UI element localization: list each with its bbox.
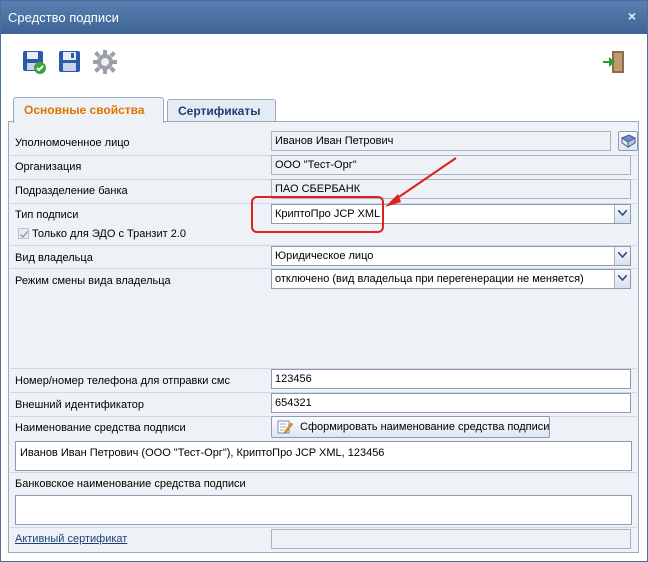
bank-division-value: ПАО СБЕРБАНК (275, 183, 361, 195)
owner-change-mode-label: Режим смены вида владельца (15, 275, 171, 287)
dialog-window: Средство подписи × Основные свойства Сер… (0, 0, 648, 562)
title-bar[interactable]: Средство подписи × (1, 1, 647, 34)
close-icon[interactable]: × (625, 9, 639, 23)
book-icon (620, 134, 637, 148)
owner-change-mode-value: отключено (вид владельца при перегенерац… (275, 273, 584, 285)
external-id-label: Внешний идентификатор (15, 399, 144, 411)
authorized-person-label: Уполномоченное лицо (15, 137, 130, 149)
owner-type-combobox[interactable]: Юридическое лицо (271, 246, 631, 266)
bank-division-label: Подразделение банка (15, 185, 128, 197)
select-person-button[interactable] (618, 131, 638, 151)
authorized-person-field: Иванов Иван Петрович (271, 131, 611, 151)
active-certificate-field (271, 529, 631, 549)
checkmark-icon (19, 230, 29, 239)
divider (10, 527, 637, 528)
save-and-close-icon[interactable] (21, 49, 47, 75)
external-id-input[interactable]: 654321 (271, 393, 631, 413)
external-id-value: 654321 (275, 397, 312, 409)
annotation-arrow-icon (385, 157, 457, 207)
signature-type-label: Тип подписи (15, 209, 79, 221)
edo-transit-checkbox[interactable] (18, 228, 29, 239)
organization-value: ООО "Тест-Орг" (275, 159, 357, 171)
main-properties-panel: Уполномоченное лицо Иванов Иван Петрович… (8, 121, 639, 553)
tab-label: Сертификаты (178, 104, 261, 118)
authorized-person-value: Иванов Иван Петрович (275, 135, 394, 147)
bank-tool-name-label: Банковское наименование средства подписи (15, 478, 246, 490)
tool-name-textarea[interactable]: Иванов Иван Петрович (ООО "Тест-Орг"), К… (15, 441, 632, 471)
sms-phone-input[interactable]: 123456 (271, 369, 631, 389)
generate-tool-name-button[interactable]: Сформировать наименование средства подпи… (271, 416, 550, 438)
active-certificate-link[interactable]: Активный сертификат (15, 533, 127, 545)
owner-type-value: Юридическое лицо (275, 250, 374, 262)
settings-gear-icon[interactable] (92, 49, 118, 75)
generate-button-label: Сформировать наименование средства подпи… (300, 421, 550, 433)
owner-change-mode-combobox[interactable]: отключено (вид владельца при перегенерац… (271, 269, 631, 289)
save-icon[interactable] (57, 49, 83, 75)
tab-main-properties[interactable]: Основные свойства (13, 97, 164, 123)
sms-phone-value: 123456 (275, 373, 312, 385)
chevron-down-icon[interactable] (614, 205, 630, 223)
edit-document-icon (277, 420, 293, 437)
window-title: Средство подписи (8, 10, 119, 25)
chevron-down-icon[interactable] (614, 247, 630, 265)
annotation-highlight-box (251, 196, 384, 233)
bank-tool-name-textarea[interactable] (15, 495, 632, 525)
divider (10, 472, 637, 473)
tool-name-value: Иванов Иван Петрович (ООО "Тест-Орг"), К… (20, 447, 385, 459)
exit-icon[interactable] (601, 49, 627, 75)
tab-label: Основные свойства (24, 103, 145, 117)
organization-label: Организация (15, 161, 82, 173)
tool-name-label: Наименование средства подписи (15, 422, 186, 434)
edo-transit-label: Только для ЭДО с Транзит 2.0 (32, 228, 186, 240)
chevron-down-icon[interactable] (614, 270, 630, 288)
sms-phone-label: Номер/номер телефона для отправки смс (15, 375, 230, 387)
owner-type-label: Вид владельца (15, 252, 93, 264)
tab-certificates[interactable]: Сертификаты (167, 99, 276, 122)
